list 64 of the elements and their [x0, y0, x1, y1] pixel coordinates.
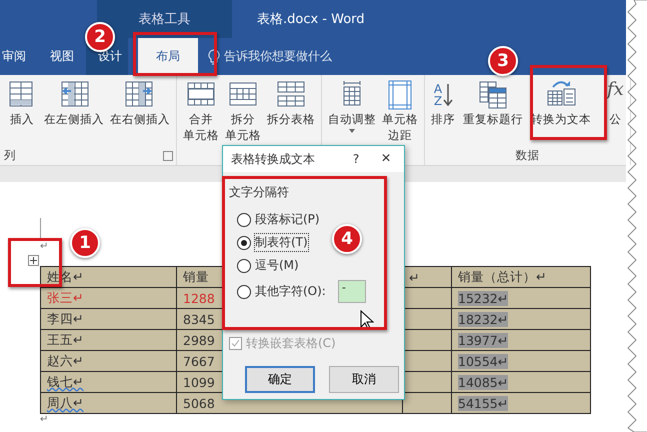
- table-cell: 5068: [183, 396, 215, 410]
- table-cell: 15232↵: [458, 290, 508, 306]
- table-cell: 2989: [183, 332, 215, 348]
- lightbulb-icon: [208, 48, 220, 64]
- group-label: 文字分隔符: [229, 184, 290, 201]
- ribbon-button[interactable]: AZ 排序: [429, 75, 457, 145]
- table-cell: 10554↵: [458, 354, 508, 368]
- group-label: 数据: [515, 148, 540, 162]
- help-button[interactable]: ?: [344, 152, 368, 166]
- dialog-title: 表格转换成文本: [231, 150, 316, 168]
- dialog-launcher-icon[interactable]: [163, 151, 173, 161]
- table-cell: 8345: [183, 312, 215, 326]
- window-title: 表格.docx - Word: [257, 11, 365, 29]
- ribbon-button[interactable]: 自动调整: [326, 75, 378, 145]
- repeat-header-icon: [477, 79, 509, 111]
- table-move-handle-icon[interactable]: [28, 255, 39, 266]
- close-button[interactable]: ×: [368, 149, 404, 169]
- ribbon-button[interactable]: 重复标题行: [461, 75, 525, 145]
- other-character-field[interactable]: -: [338, 280, 366, 303]
- column-header: 销量: [183, 268, 209, 284]
- paragraph-mark: ↵: [40, 414, 48, 427]
- dialog-button[interactable]: 确定: [245, 366, 315, 393]
- table-cell: 张三↵: [47, 290, 84, 304]
- option-label[interactable]: 其他字符(O):: [255, 283, 326, 300]
- formula-icon: fx: [607, 79, 624, 111]
- ribbon-tab[interactable]: 布局: [138, 38, 198, 75]
- table-cell: 14085↵: [458, 374, 508, 390]
- ribbon-button[interactable]: 单元格 边距: [380, 75, 420, 145]
- radio-button[interactable]: [237, 236, 251, 250]
- ribbon-button[interactable]: 在右侧插入: [108, 75, 172, 145]
- dialog-button[interactable]: 取消: [329, 366, 399, 393]
- option-label[interactable]: 段落标记(P): [255, 211, 320, 228]
- table-cell: 钱七↵: [47, 374, 84, 388]
- group-label: 列: [4, 148, 16, 162]
- paragraph-mark: ↵: [40, 241, 48, 254]
- radio-button[interactable]: [237, 258, 251, 272]
- table-cell: 18232↵: [458, 312, 508, 326]
- table-cell: 1099: [183, 374, 215, 390]
- table-cell: 1288: [183, 290, 215, 306]
- radio-button[interactable]: [237, 212, 251, 226]
- highlight-frame: [8, 238, 62, 287]
- ribbon-button[interactable]: fx 公: [605, 75, 626, 145]
- table-cell: 周八↵: [47, 394, 84, 410]
- ribbon-tab[interactable]: 视图: [38, 38, 86, 75]
- ribbon-button[interactable]: 拆分 单元格: [223, 75, 263, 145]
- ribbon-tab[interactable]: 审阅: [0, 38, 38, 75]
- table-cell: 13977↵: [458, 332, 508, 348]
- checkmark-icon: [231, 339, 240, 348]
- ribbon-button[interactable]: 合并 单元格: [181, 75, 221, 145]
- ribbon-button[interactable]: 插入: [4, 75, 40, 145]
- radio-button[interactable]: [237, 284, 251, 298]
- table-cell: 7667: [183, 354, 215, 368]
- table-cell: 王五↵: [47, 332, 84, 346]
- table-cell: 赵六↵: [47, 352, 84, 368]
- ribbon-button[interactable]: 在左侧插入: [42, 75, 106, 145]
- option-label[interactable]: 制表符(T): [255, 234, 308, 251]
- column-header: 销量（总计）↵: [458, 268, 546, 284]
- tell-me-field[interactable]: 告诉我你想要做什么: [224, 48, 332, 65]
- column-header: ↵: [409, 270, 420, 284]
- checkbox-label: 转换嵌套表格(C): [246, 335, 336, 352]
- ribbon-button[interactable]: 拆分表格: [265, 75, 317, 145]
- table-cell: 李四↵: [47, 310, 84, 326]
- option-label[interactable]: 逗号(M): [255, 257, 299, 274]
- table-cell: 54155↵: [458, 396, 508, 410]
